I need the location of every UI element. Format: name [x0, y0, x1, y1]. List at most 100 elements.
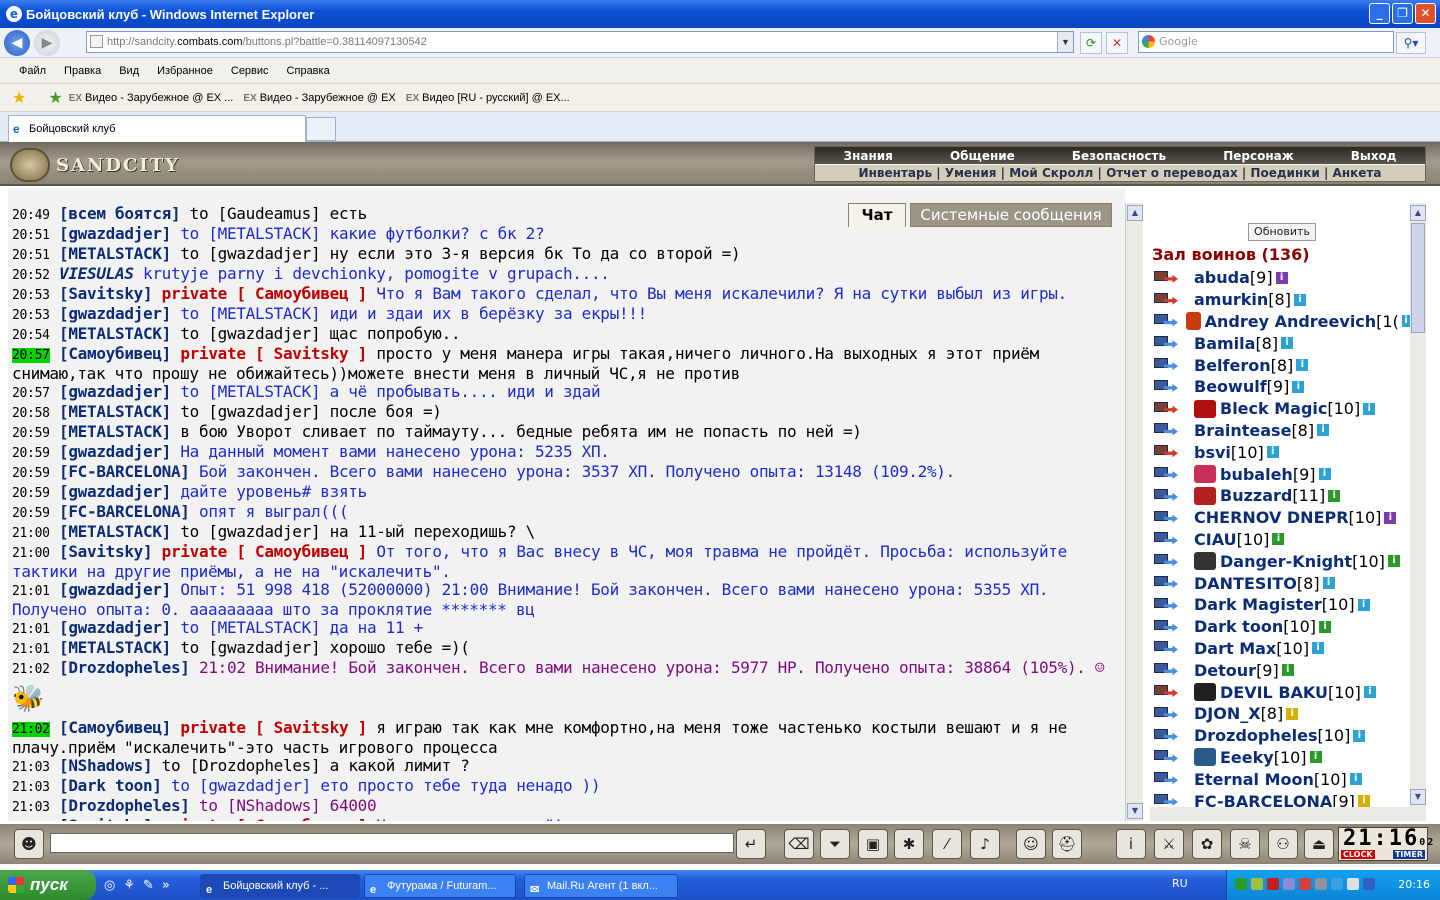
- user-info-icon[interactable]: i: [1281, 337, 1294, 350]
- private-message-icon[interactable]: [1152, 421, 1178, 439]
- user-name[interactable]: CIAU: [1194, 530, 1237, 549]
- message-nick[interactable]: [gwazdadjer]: [59, 304, 171, 323]
- user-row[interactable]: DJON_X [8] i: [1152, 703, 1410, 725]
- private-message-icon[interactable]: [1152, 356, 1178, 374]
- private-message-icon[interactable]: [1152, 334, 1178, 352]
- skull-icon[interactable]: ☠: [1230, 829, 1260, 859]
- user-info-icon[interactable]: i: [1322, 577, 1335, 590]
- private-message-icon[interactable]: [1152, 291, 1178, 309]
- app-icon[interactable]: ⚘: [123, 878, 135, 893]
- clan-badge-icon[interactable]: [1194, 465, 1216, 484]
- clan-badge-icon[interactable]: [1194, 748, 1216, 767]
- user-row[interactable]: Dark toon [10] i: [1152, 616, 1410, 638]
- taskbar-button[interactable]: e Футурама / Futuram...: [364, 874, 516, 898]
- minimize-button[interactable]: _: [1369, 3, 1390, 24]
- user-row[interactable]: abuda [9] i: [1152, 267, 1410, 289]
- message-time[interactable]: 20:53: [12, 308, 50, 323]
- user-name[interactable]: Eternal Moon: [1194, 770, 1314, 789]
- message-nick[interactable]: [METALSTACK]: [59, 522, 171, 541]
- menu-view[interactable]: Вид: [119, 65, 139, 77]
- users-scrollbar[interactable]: ▲ ▼: [1410, 203, 1426, 807]
- menu-exit[interactable]: Выход: [1351, 147, 1397, 164]
- private-message-icon[interactable]: [1152, 770, 1178, 788]
- clan-badge-icon[interactable]: [1194, 399, 1216, 418]
- user-info-icon[interactable]: i: [1281, 664, 1294, 677]
- message-nick[interactable]: VIESULAS: [59, 264, 134, 283]
- user-row[interactable]: bsvi [10] i: [1152, 441, 1410, 463]
- brain-icon[interactable]: ✿: [1192, 829, 1222, 859]
- menu-knowledge[interactable]: Знания: [844, 147, 893, 164]
- menu-file[interactable]: Файл: [19, 65, 46, 77]
- private-message-icon[interactable]: [1152, 683, 1178, 701]
- message-time[interactable]: 21:01: [12, 642, 50, 657]
- language-indicator[interactable]: RU: [1172, 877, 1188, 890]
- message-time[interactable]: 20:54: [12, 328, 50, 343]
- search-input[interactable]: Google: [1138, 31, 1394, 53]
- user-row[interactable]: Andrey Andreevich [1(i: [1152, 311, 1410, 333]
- helmet-icon[interactable]: ⛑: [1052, 829, 1082, 859]
- user-name[interactable]: Andrey Andreevich: [1205, 312, 1377, 331]
- scroll-up-icon[interactable]: ▲: [1410, 205, 1426, 221]
- private-message-icon[interactable]: [1152, 269, 1178, 287]
- user-name[interactable]: Dart Max: [1194, 639, 1276, 658]
- message-time[interactable]: 21:01: [12, 622, 50, 637]
- sword-icon[interactable]: ⚔: [1154, 829, 1184, 859]
- message-time[interactable]: 21:02: [12, 662, 50, 677]
- user-row[interactable]: Drozdopheles [10] i: [1152, 725, 1410, 747]
- message-time[interactable]: 20:51: [12, 228, 50, 243]
- message-nick[interactable]: [gwazdadjer]: [59, 382, 171, 401]
- user-row[interactable]: Dark Magister [10] i: [1152, 594, 1410, 616]
- user-row[interactable]: DEVIL BAKU [10] i: [1152, 681, 1410, 703]
- user-row[interactable]: Danger-Knight [10] i: [1152, 550, 1410, 572]
- message-time[interactable]: 20:58: [12, 406, 50, 421]
- user-info-icon[interactable]: i: [1319, 620, 1332, 633]
- tray-icon[interactable]: [1363, 878, 1375, 890]
- message-nick[interactable]: [Savitsky]: [59, 284, 153, 303]
- user-row[interactable]: Beowulf [9] i: [1152, 376, 1410, 398]
- user-name[interactable]: Braintease: [1194, 421, 1291, 440]
- message-nick[interactable]: [Savitsky]: [59, 542, 153, 561]
- user-name[interactable]: Bamila: [1194, 334, 1255, 353]
- fighter-icon[interactable]: ✱: [894, 829, 924, 859]
- message-nick[interactable]: [gwazdadjer]: [59, 580, 171, 599]
- user-info-icon[interactable]: i: [1357, 598, 1370, 611]
- message-time[interactable]: 20:49: [12, 208, 50, 223]
- message-nick[interactable]: [gwazdadjer]: [59, 442, 171, 461]
- message-nick[interactable]: [METALSTACK]: [59, 422, 171, 441]
- private-message-icon[interactable]: [1152, 465, 1178, 483]
- close-button[interactable]: ✕: [1415, 3, 1436, 24]
- menu-edit[interactable]: Правка: [64, 65, 101, 77]
- user-row[interactable]: Bamila [8] i: [1152, 332, 1410, 354]
- message-time[interactable]: 20:57: [12, 386, 50, 401]
- message-time[interactable]: 21:03: [12, 780, 50, 795]
- user-name[interactable]: bubaleh: [1220, 465, 1293, 484]
- user-info-icon[interactable]: i: [1401, 315, 1410, 328]
- message-time[interactable]: 20:59: [12, 486, 50, 501]
- taskbar-button[interactable]: e Бойцовский клуб - ...: [200, 874, 360, 898]
- scroll-down-icon[interactable]: ▼: [1410, 789, 1426, 805]
- user-name[interactable]: amurkin: [1194, 290, 1268, 309]
- smiley-icon[interactable]: ☺: [1016, 829, 1046, 859]
- message-nick[interactable]: [Самоубивец]: [59, 344, 171, 363]
- favorite-link[interactable]: EX Видео [RU - русский] @ EX...: [406, 92, 570, 104]
- user-info-icon[interactable]: i: [1357, 795, 1370, 807]
- user-info-icon[interactable]: i: [1318, 468, 1331, 481]
- info-icon[interactable]: i: [1116, 829, 1146, 859]
- add-favorite-icon[interactable]: ★: [48, 88, 62, 108]
- tab-fight-club[interactable]: e Бойцовский клуб: [8, 115, 306, 142]
- head-icon[interactable]: ☻: [14, 829, 44, 859]
- save-icon[interactable]: ▣: [858, 829, 888, 859]
- user-info-icon[interactable]: i: [1292, 380, 1305, 393]
- message-time[interactable]: 21:05: [12, 820, 50, 821]
- user-info-icon[interactable]: i: [1363, 686, 1376, 699]
- sound-icon[interactable]: ♪: [970, 829, 1000, 859]
- private-message-icon[interactable]: [1152, 509, 1178, 527]
- message-time[interactable]: 21:03: [12, 760, 50, 775]
- scroll-thumb[interactable]: [1411, 223, 1425, 333]
- user-info-icon[interactable]: i: [1312, 642, 1325, 655]
- user-name[interactable]: Belferon: [1194, 356, 1271, 375]
- user-row[interactable]: DANTESITO [8] i: [1152, 572, 1410, 594]
- user-row[interactable]: Bleck Magic [10] i: [1152, 398, 1410, 420]
- refresh-button[interactable]: ⟳: [1080, 32, 1102, 54]
- private-message-icon[interactable]: [1152, 312, 1178, 330]
